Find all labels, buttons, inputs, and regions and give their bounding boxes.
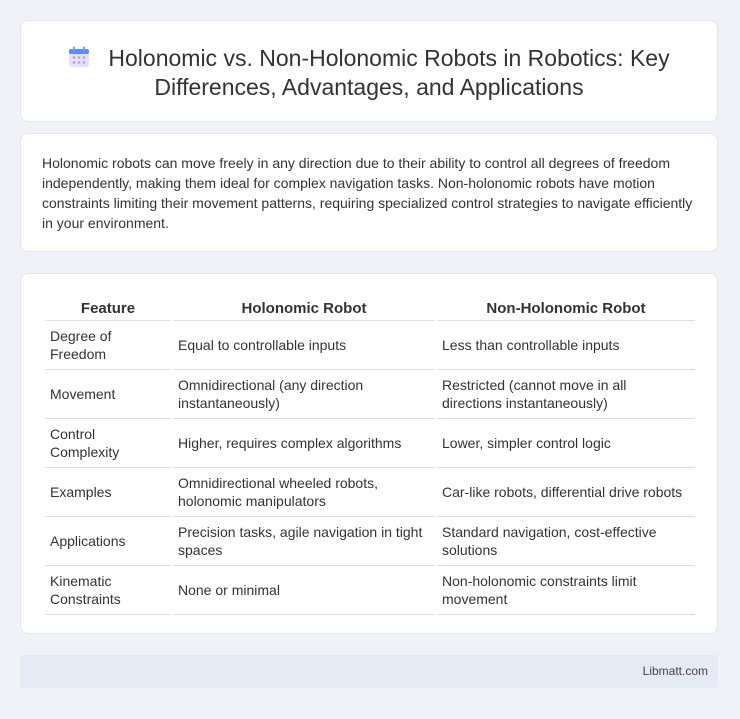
comparison-table: Feature Holonomic Robot Non-Holonomic Ro…: [43, 294, 697, 615]
table-row: Degree of Freedom Equal to controllable …: [45, 321, 695, 370]
table-header-row: Feature Holonomic Robot Non-Holonomic Ro…: [45, 294, 695, 321]
cell-holonomic: Higher, requires complex algorithms: [173, 419, 435, 468]
cell-feature: Control Complexity: [45, 419, 171, 468]
header-holonomic: Holonomic Robot: [173, 294, 435, 321]
cell-non-holonomic: Less than controllable inputs: [437, 321, 695, 370]
cell-holonomic: None or minimal: [173, 566, 435, 615]
cell-non-holonomic: Restricted (cannot move in all direction…: [437, 370, 695, 419]
intro-paragraph: Holonomic robots can move freely in any …: [42, 155, 693, 231]
page-title-wrap: Holonomic vs. Non-Holonomic Robots in Ro…: [21, 44, 717, 102]
table-row: Control Complexity Higher, requires comp…: [45, 419, 695, 468]
intro-card: Holonomic robots can move freely in any …: [20, 133, 718, 252]
table-row: Movement Omnidirectional (any direction …: [45, 370, 695, 419]
calendar-icon: [69, 46, 90, 67]
page-title: Holonomic vs. Non-Holonomic Robots in Ro…: [108, 45, 670, 100]
header-feature: Feature: [45, 294, 171, 321]
header-non-holonomic: Non-Holonomic Robot: [437, 294, 695, 321]
cell-holonomic: Precision tasks, agile navigation in tig…: [173, 517, 435, 566]
cell-feature: Kinematic Constraints: [45, 566, 171, 615]
cell-non-holonomic: Non-holonomic constraints limit movement: [437, 566, 695, 615]
title-card: Holonomic vs. Non-Holonomic Robots in Ro…: [20, 20, 718, 122]
footer-bar: Libmatt.com: [20, 655, 718, 688]
cell-holonomic: Omnidirectional (any direction instantan…: [173, 370, 435, 419]
cell-non-holonomic: Standard navigation, cost-effective solu…: [437, 517, 695, 566]
cell-non-holonomic: Lower, simpler control logic: [437, 419, 695, 468]
table-row: Examples Omnidirectional wheeled robots,…: [45, 468, 695, 517]
cell-non-holonomic: Car-like robots, differential drive robo…: [437, 468, 695, 517]
cell-feature: Degree of Freedom: [45, 321, 171, 370]
table-row: Applications Precision tasks, agile navi…: [45, 517, 695, 566]
footer-site-link[interactable]: Libmatt.com: [643, 664, 708, 678]
cell-feature: Examples: [45, 468, 171, 517]
table-row: Kinematic Constraints None or minimal No…: [45, 566, 695, 615]
table-card: Feature Holonomic Robot Non-Holonomic Ro…: [20, 273, 718, 634]
cell-holonomic: Omnidirectional wheeled robots, holonomi…: [173, 468, 435, 517]
cell-feature: Applications: [45, 517, 171, 566]
cell-holonomic: Equal to controllable inputs: [173, 321, 435, 370]
cell-feature: Movement: [45, 370, 171, 419]
